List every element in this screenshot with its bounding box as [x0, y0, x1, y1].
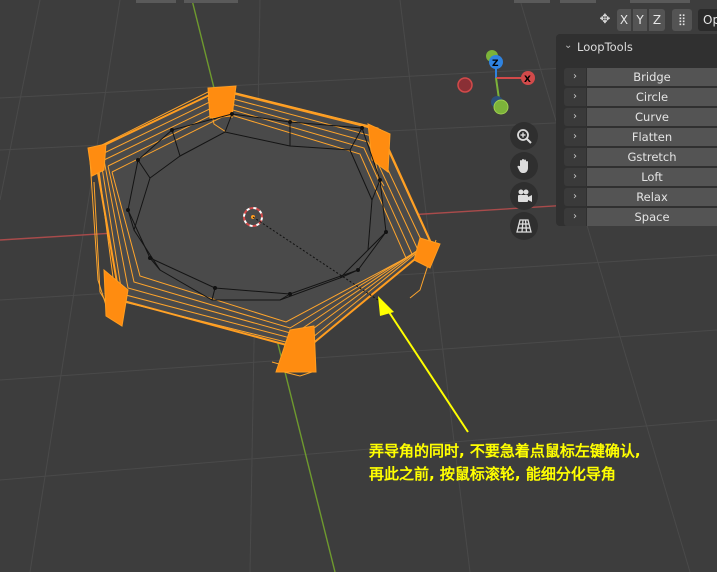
- zoom-icon[interactable]: [510, 122, 538, 150]
- annotation-arrow: [378, 296, 469, 433]
- hand-icon[interactable]: [510, 152, 538, 180]
- chevron-right-icon[interactable]: ›: [564, 188, 586, 206]
- flatten-button[interactable]: Flatten: [587, 128, 717, 146]
- gizmo-x-label: X: [524, 75, 531, 85]
- chevron-right-icon[interactable]: ›: [564, 68, 586, 86]
- circle-button[interactable]: Circle: [587, 88, 717, 106]
- annotation-line-1: 弄导角的同时, 不要急着点鼠标左键确认,: [369, 442, 641, 460]
- looptools-item-relax[interactable]: › Relax: [564, 188, 717, 206]
- looptools-item-flatten[interactable]: › Flatten: [564, 128, 717, 146]
- looptools-item-space[interactable]: › Space: [564, 208, 717, 226]
- chevron-right-icon[interactable]: ›: [564, 208, 586, 226]
- chevron-right-icon[interactable]: ›: [564, 108, 586, 126]
- chevron-down-icon[interactable]: ⌄: [564, 40, 572, 51]
- chevron-right-icon[interactable]: ›: [564, 168, 586, 186]
- gizmo-x-neg-handle: [457, 77, 473, 93]
- chevron-right-icon[interactable]: ›: [564, 128, 586, 146]
- loft-button[interactable]: Loft: [587, 168, 717, 186]
- relax-button[interactable]: Relax: [587, 188, 717, 206]
- axis-y-toggle[interactable]: Y: [633, 9, 647, 31]
- chevron-right-icon[interactable]: ›: [564, 88, 586, 106]
- looptools-item-loft[interactable]: › Loft: [564, 168, 717, 186]
- annotation-text: 弄导角的同时, 不要急着点鼠标左键确认, 再此之前, 按鼠标滚轮, 能细分化导角: [369, 440, 709, 486]
- looptools-item-circle[interactable]: › Circle: [564, 88, 717, 106]
- snap-grid-icon[interactable]: ⣿: [672, 9, 692, 31]
- bridge-button[interactable]: Bridge: [587, 68, 717, 86]
- gstretch-button[interactable]: Gstretch: [587, 148, 717, 166]
- looptools-item-bridge[interactable]: › Bridge: [564, 68, 717, 86]
- annotation-line-2: 再此之前, 按鼠标滚轮, 能细分化导角: [369, 465, 616, 483]
- axis-z-toggle[interactable]: Z: [649, 9, 665, 31]
- options-dropdown[interactable]: Op: [698, 9, 717, 31]
- looptools-item-curve[interactable]: › Curve: [564, 108, 717, 126]
- space-button[interactable]: Space: [587, 208, 717, 226]
- grid-icon[interactable]: [510, 212, 538, 240]
- looptools-title[interactable]: LoopTools: [577, 40, 633, 54]
- gizmo-z-label: Z: [492, 59, 499, 69]
- navigation-gizmo[interactable]: Z X: [457, 50, 535, 115]
- curve-button[interactable]: Curve: [587, 108, 717, 126]
- camera-icon[interactable]: [510, 182, 538, 210]
- looptools-panel: ⌄ LoopTools › Bridge › Circle › Curve › …: [556, 34, 717, 226]
- top-bar-stub: [120, 0, 717, 4]
- looptools-item-gstretch[interactable]: › Gstretch: [564, 148, 717, 166]
- mirror-icon[interactable]: ✥: [598, 12, 612, 28]
- axis-x-toggle[interactable]: X: [617, 9, 631, 31]
- gizmo-y-handle: [493, 99, 509, 115]
- chevron-right-icon[interactable]: ›: [564, 148, 586, 166]
- mesh-object[interactable]: [87, 85, 441, 377]
